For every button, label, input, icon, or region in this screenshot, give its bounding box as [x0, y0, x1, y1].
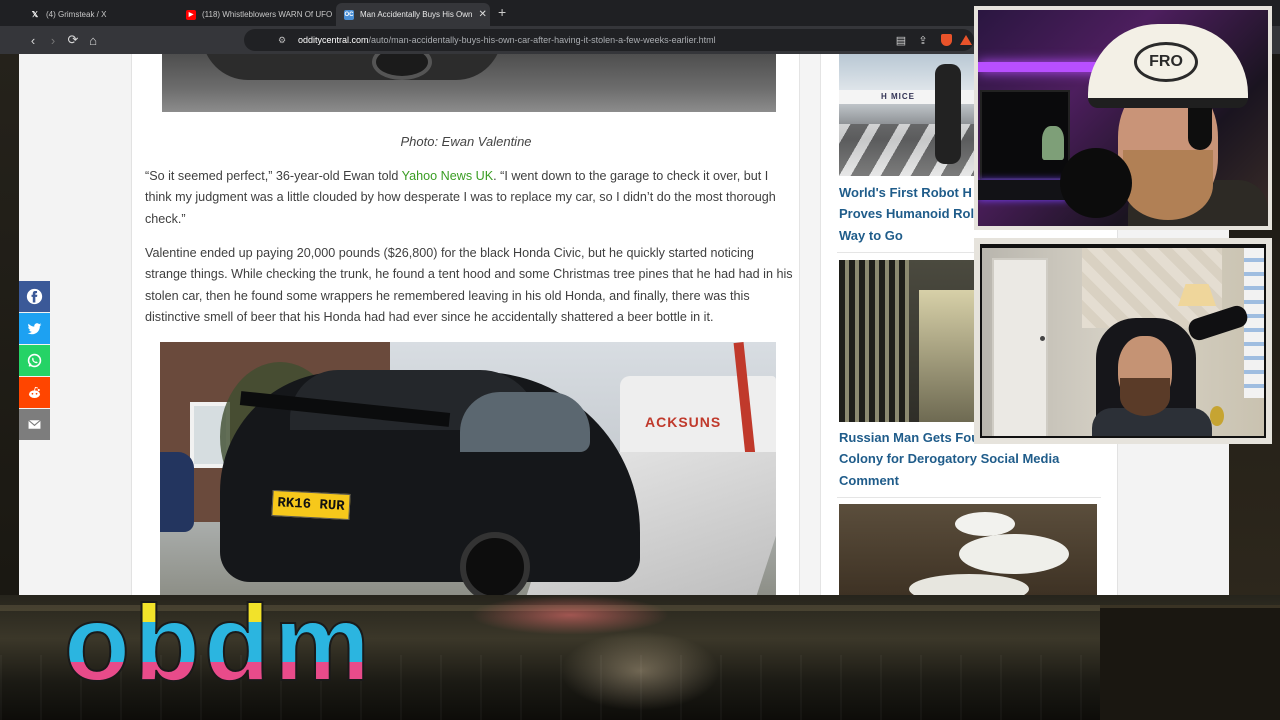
fungus-shape [959, 534, 1069, 574]
whatsapp-share-button[interactable] [19, 345, 50, 376]
webcam-feed: FRO [978, 10, 1268, 226]
rewards-icon[interactable] [958, 32, 974, 48]
webcam-streamer-2 [974, 238, 1272, 444]
overlay-left-edge [0, 54, 19, 595]
microphone-shape [1060, 148, 1132, 218]
beard-shape [1120, 378, 1170, 416]
blue-car-shape [160, 452, 194, 532]
article-photo-top [162, 54, 776, 112]
page-gutter [799, 54, 821, 595]
led-shelf-shape [978, 62, 1108, 72]
reload-icon[interactable]: ⟳ [64, 31, 82, 49]
tyre-shape [460, 532, 530, 595]
figurine-shape [1042, 126, 1064, 160]
oddity-central-icon: OC [344, 9, 354, 20]
twitter-icon [27, 323, 42, 335]
logo-text: obdm [64, 600, 374, 690]
email-share-button[interactable] [19, 409, 50, 440]
webcam-feed [980, 244, 1266, 438]
door-knob-shape [1040, 336, 1045, 341]
license-plate: RK16 RUR [271, 489, 351, 521]
door-shape [992, 258, 1048, 436]
new-tab-icon[interactable]: + [498, 4, 506, 20]
tab-youtube[interactable]: ▶ (118) Whistleblowers WARN Of UFO [178, 3, 336, 26]
robot-shape [935, 64, 961, 164]
webcam-streamer-1: FRO [974, 6, 1272, 230]
forward-icon[interactable]: › [44, 31, 62, 49]
photo-caption: Photo: Ewan Valentine [400, 134, 532, 149]
sidebar-thumb-fungus[interactable] [839, 504, 1097, 595]
article-paragraph-2: Valentine ended up paying 20,000 pounds … [145, 246, 793, 324]
twitter-share-button[interactable] [19, 313, 50, 344]
fungus-shape [955, 512, 1015, 536]
article-paragraph-1: “So it seemed perfect,” 36-year-old Ewan… [145, 166, 793, 230]
plant-shape [1210, 406, 1224, 426]
url-path: /auto/man-accidentally-buys-his-own-car-… [368, 35, 716, 45]
url-host: odditycentral.com [298, 35, 369, 45]
facebook-icon [26, 288, 43, 305]
window-blinds-shape [1244, 248, 1264, 398]
reddit-share-button[interactable] [19, 377, 50, 408]
sidebar-separator [837, 497, 1101, 498]
brave-shield-icon[interactable] [938, 32, 954, 48]
facebook-share-button[interactable] [19, 281, 50, 312]
share-icon[interactable]: ⇪ [915, 32, 931, 48]
car-shape [202, 54, 502, 80]
close-tab-icon[interactable]: ✕ [473, 9, 487, 20]
article-photo-car-on-truck: ACKSUNS RK16 RUR [160, 342, 776, 595]
paragraph-text: “So it seemed perfect,” 36-year-old Ewan… [145, 169, 402, 183]
railing-shape [839, 260, 909, 422]
corridor-shape [919, 290, 979, 422]
furniture-shape [1100, 605, 1280, 720]
obdm-logo: obdm [64, 600, 374, 690]
x-icon: 𝕏 [31, 10, 39, 19]
fungus-shape [909, 574, 1029, 595]
youtube-icon: ▶ [186, 9, 196, 20]
site-settings-icon[interactable]: ⚙ [278, 35, 286, 46]
tab-title: (4) Grimsteak / X [46, 10, 107, 19]
beard-shape [1123, 150, 1213, 220]
home-icon[interactable]: ⌂ [84, 31, 102, 49]
screen: 𝕏 (4) Grimsteak / X ▶ (118) Whistleblowe… [0, 0, 1280, 720]
reddit-icon [28, 386, 41, 399]
tab-title: (118) Whistleblowers WARN Of UFO [202, 10, 333, 19]
back-icon[interactable]: ‹ [24, 31, 42, 49]
reader-icon[interactable]: ▤ [893, 32, 909, 48]
van-lettering: ACKSUNS [645, 414, 722, 430]
yahoo-news-link[interactable]: Yahoo News UK [402, 169, 493, 183]
tab-oddity-central[interactable]: OC Man Accidentally Buys His Own ✕ [336, 3, 490, 26]
whatsapp-icon [27, 353, 42, 368]
tab-title: Man Accidentally Buys His Own [360, 10, 473, 19]
light-glow [470, 595, 670, 635]
email-icon [28, 419, 41, 429]
address-bar[interactable]: ⚙ odditycentral.com/auto/man-accidentall… [244, 29, 974, 51]
cap-logo: FRO [1134, 42, 1198, 82]
car-window-shape [460, 392, 590, 452]
keyboard-shape [978, 180, 1068, 200]
tab-x[interactable]: 𝕏 (4) Grimsteak / X [22, 3, 178, 26]
